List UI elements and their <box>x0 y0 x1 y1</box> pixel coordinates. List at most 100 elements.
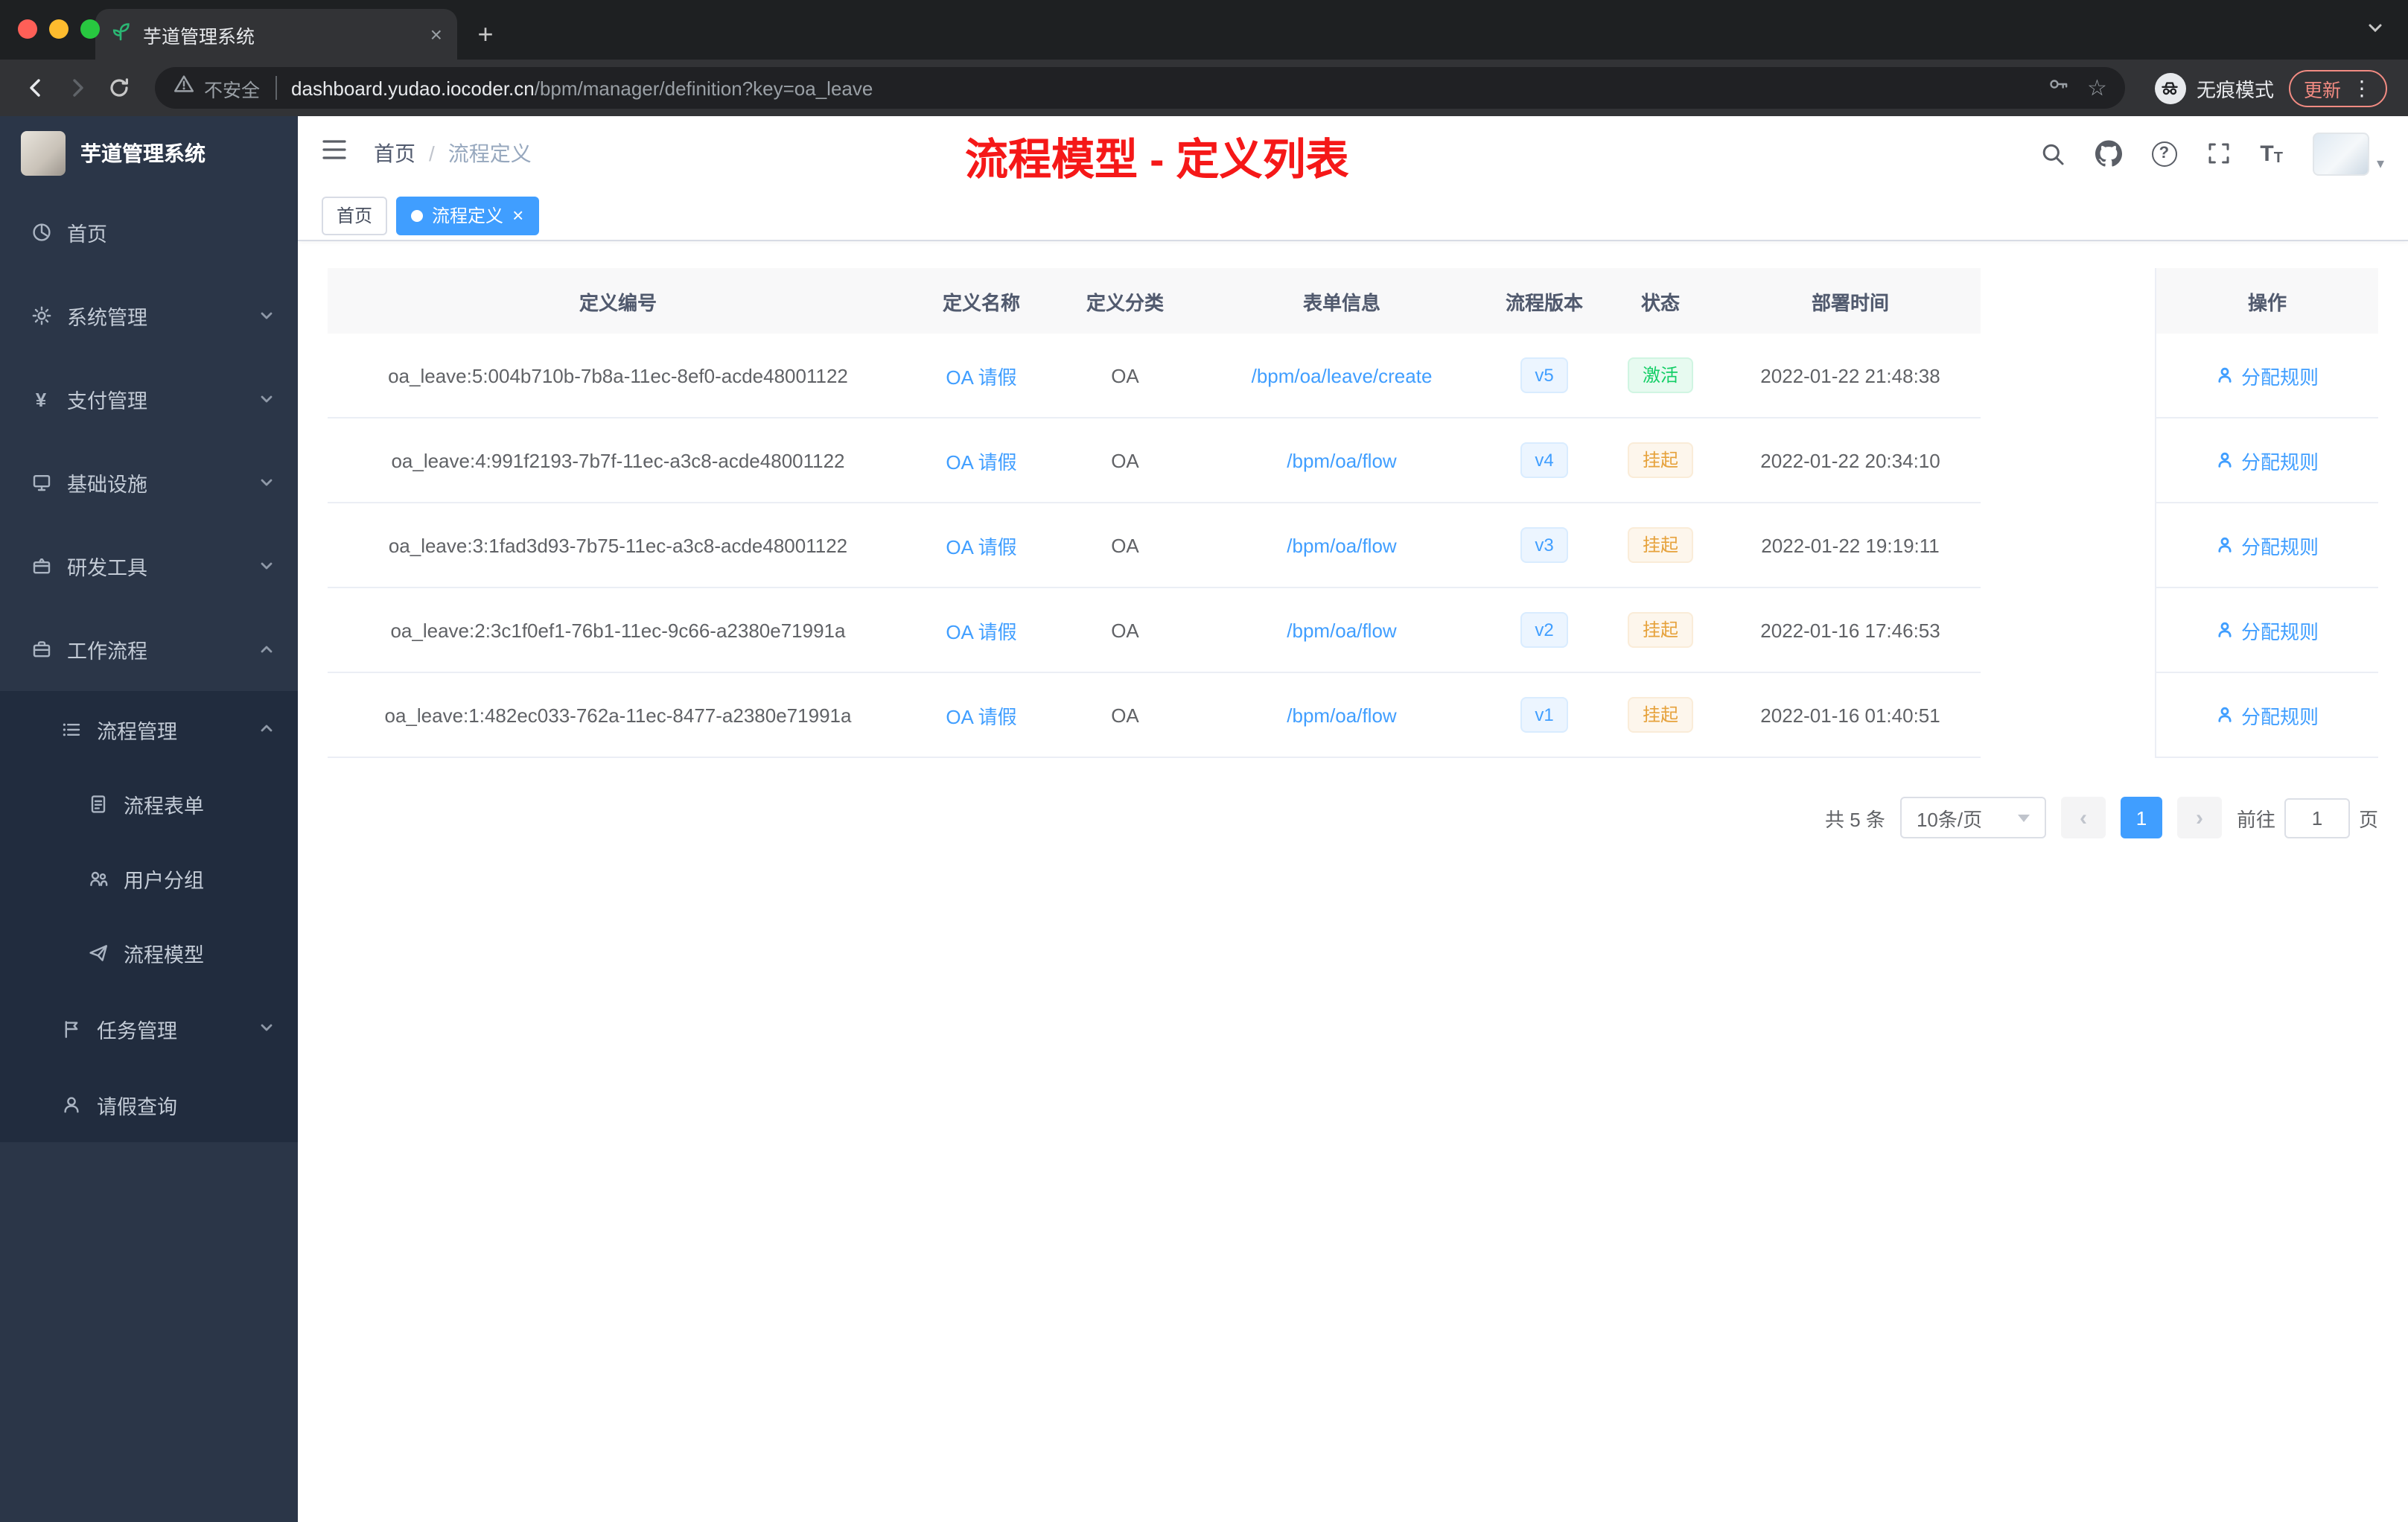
chevron-down-icon <box>259 305 274 327</box>
workflow-submenu: 流程管理 流程表单 用户分组 流程模型 任务管理 请假查询 <box>0 691 298 1142</box>
sidebar-item-task-management[interactable]: 任务管理 <box>0 990 298 1066</box>
tab-search-icon[interactable] <box>2366 18 2384 45</box>
sidebar-item-infrastructure[interactable]: 基础设施 <box>0 441 298 524</box>
definition-name-link[interactable]: OA 请假 <box>946 701 1016 729</box>
definition-name-link[interactable]: OA 请假 <box>946 616 1016 644</box>
version-badge: v4 <box>1520 442 1569 478</box>
status-badge: 激活 <box>1627 357 1693 393</box>
sidebar-item-devtools[interactable]: 研发工具 <box>0 524 298 608</box>
help-icon[interactable]: ? <box>2151 141 2177 166</box>
forward-icon[interactable] <box>57 67 98 109</box>
tag-close-icon[interactable]: × <box>512 206 523 225</box>
definition-name-link[interactable]: OA 请假 <box>946 361 1016 389</box>
github-icon[interactable] <box>2095 140 2122 167</box>
assign-rule-link[interactable]: 分配规则 <box>2216 446 2319 474</box>
page-unit-label: 页 <box>2358 808 2378 830</box>
screen: 芋道管理系统 × + 不安全 dashboard.yudao.iocoder.c… <box>0 0 2408 1522</box>
sidebar-item-payment[interactable]: ¥ 支付管理 <box>0 357 298 441</box>
zoom-window-button[interactable] <box>80 19 100 39</box>
sidebar-toggle-icon[interactable] <box>322 138 347 168</box>
sidebar-item-system[interactable]: 系统管理 <box>0 274 298 357</box>
assign-rule-link[interactable]: 分配规则 <box>2216 616 2319 644</box>
sidebar-item-home[interactable]: 首页 <box>0 191 298 274</box>
sidebar-item-leave-query[interactable]: 请假查询 <box>0 1066 298 1142</box>
cell-deploy-time: 2022-01-22 21:48:38 <box>1720 334 1981 418</box>
pagination-total: 共 5 条 <box>1825 808 1885 830</box>
browser-chrome: 芋道管理系统 × + 不安全 dashboard.yudao.iocoder.c… <box>0 0 2408 116</box>
cell-filler <box>1981 418 2155 503</box>
back-icon[interactable] <box>15 67 57 109</box>
cell-category: OA <box>1054 588 1196 673</box>
cell-category: OA <box>1054 673 1196 758</box>
form-link[interactable]: /bpm/oa/flow <box>1287 619 1396 641</box>
form-link[interactable]: /bpm/oa/flow <box>1287 534 1396 556</box>
minimize-window-button[interactable] <box>49 19 69 39</box>
security-warning-icon[interactable] <box>173 73 195 103</box>
goto-page-input[interactable] <box>2284 797 2350 838</box>
reload-icon[interactable] <box>98 67 140 109</box>
col-process-version: 流程版本 <box>1488 268 1601 334</box>
briefcase-icon <box>30 639 52 660</box>
sidebar-item-process-management[interactable]: 流程管理 <box>0 691 298 767</box>
definition-table: 定义编号 定义名称 定义分类 表单信息 流程版本 状态 部署时间 操作 oa_l… <box>328 268 2378 758</box>
assign-rule-link[interactable]: 分配规则 <box>2216 361 2319 389</box>
sidebar-item-label: 基础设施 <box>67 474 147 496</box>
definition-name-link[interactable]: OA 请假 <box>946 446 1016 474</box>
form-link[interactable]: /bpm/oa/leave/create <box>1252 364 1433 386</box>
cell-category: OA <box>1054 418 1196 503</box>
assign-rule-link[interactable]: 分配规则 <box>2216 701 2319 729</box>
breadcrumb-home-link[interactable]: 首页 <box>374 138 415 168</box>
chevron-down-icon <box>259 1017 274 1039</box>
tag-home[interactable]: 首页 <box>322 196 388 235</box>
new-tab-button[interactable]: + <box>466 15 505 54</box>
chevron-down-icon <box>2017 814 2030 821</box>
next-page-button[interactable]: › <box>2176 797 2222 838</box>
search-icon[interactable] <box>2039 141 2065 166</box>
tag-process-definition[interactable]: 流程定义 × <box>396 196 539 235</box>
definition-name-link[interactable]: OA 请假 <box>946 531 1016 559</box>
assign-rule-link[interactable]: 分配规则 <box>2216 531 2319 559</box>
sidebar: 芋道管理系统 首页 系统管理 ¥ 支付管理 基础设施 研发工具 工作流程 流程管… <box>0 116 298 1522</box>
key-icon[interactable] <box>2047 73 2069 103</box>
prev-page-button[interactable]: ‹ <box>2060 797 2106 838</box>
flag-icon <box>60 1018 82 1039</box>
page-number-active[interactable]: 1 <box>2120 797 2162 838</box>
tab-title: 芋道管理系统 <box>143 26 255 47</box>
table-row: oa_leave:5:004b710b-7b8a-11ec-8ef0-acde4… <box>328 334 2378 418</box>
sidebar-item-user-group[interactable]: 用户分组 <box>0 841 298 916</box>
form-link[interactable]: /bpm/oa/flow <box>1287 704 1396 726</box>
tab-favicon-icon <box>110 20 131 48</box>
sidebar-item-process-model[interactable]: 流程模型 <box>0 916 298 990</box>
avatar[interactable] <box>2312 132 2369 175</box>
sidebar-logo[interactable]: 芋道管理系统 <box>0 116 298 191</box>
update-chip[interactable]: 更新 ⋮ <box>2288 69 2387 106</box>
sidebar-item-label: 工作流程 <box>67 640 147 663</box>
sidebar-item-workflow[interactable]: 工作流程 <box>0 608 298 691</box>
bookmark-star-icon[interactable]: ☆ <box>2087 74 2107 101</box>
main-panel: 首页 / 流程定义 ? TT ▾ 首页 流程定义 × 定义编号 定义名称 定义分… <box>298 116 2408 1522</box>
tab-close-icon[interactable]: × <box>430 24 442 45</box>
page-size-select[interactable]: 10条/页 <box>1899 797 2046 838</box>
breadcrumb-current: 流程定义 <box>447 141 532 165</box>
users-icon <box>86 868 109 889</box>
sidebar-item-process-form[interactable]: 流程表单 <box>0 767 298 841</box>
form-link[interactable]: /bpm/oa/flow <box>1287 449 1396 471</box>
logo-avatar <box>21 131 66 176</box>
url-text: dashboard.yudao.iocoder.cn/bpm/manager/d… <box>291 77 873 99</box>
fullscreen-icon[interactable] <box>2206 141 2230 165</box>
address-bar[interactable]: 不安全 dashboard.yudao.iocoder.cn/bpm/manag… <box>155 67 2125 109</box>
cell-definition-id: oa_leave:2:3c1f0ef1-76b1-11ec-9c66-a2380… <box>328 588 908 673</box>
omnibox-divider <box>275 76 277 100</box>
col-operations: 操作 <box>2155 268 2378 334</box>
close-window-button[interactable] <box>18 19 37 39</box>
user-menu[interactable]: ▾ <box>2312 132 2384 175</box>
browser-tab[interactable]: 芋道管理系统 × <box>95 9 457 60</box>
browser-menu-icon[interactable]: ⋮ <box>2351 77 2372 98</box>
yen-icon: ¥ <box>35 388 47 410</box>
toolbox-icon <box>30 555 52 576</box>
font-size-icon[interactable]: TT <box>2260 141 2283 166</box>
col-filler <box>1981 268 2155 334</box>
paper-plane-icon <box>86 943 109 964</box>
status-badge: 挂起 <box>1627 612 1693 648</box>
sidebar-item-label: 用户分组 <box>124 870 204 892</box>
